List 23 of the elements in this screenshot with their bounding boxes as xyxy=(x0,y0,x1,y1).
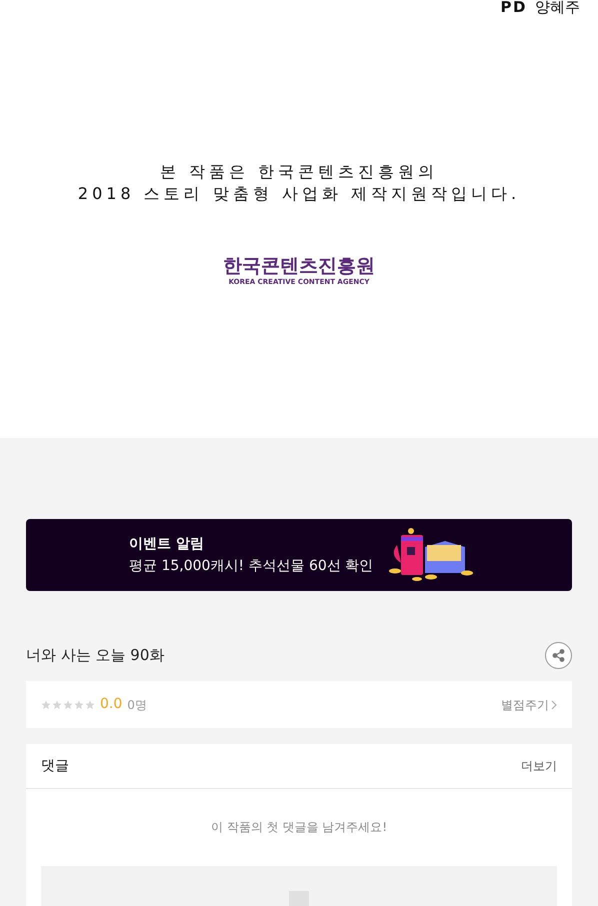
event-text: 평균 15,000캐시! 추석선물 60선 확인 xyxy=(129,557,374,576)
rating-count: 0명 xyxy=(127,696,147,714)
rate-link[interactable]: 별점주기 xyxy=(501,696,557,714)
star-icon xyxy=(74,700,84,710)
empty-comments-text: 이 작품의 첫 댓글을 남겨주세요! xyxy=(210,819,388,836)
comments-title: 댓글 xyxy=(41,756,69,776)
episode-title: 너와 사는 오늘 90화 xyxy=(26,644,164,666)
star-icon xyxy=(52,700,62,710)
event-banner[interactable]: 이벤트 알림 평균 15,000캐시! 추석선물 60선 확인 xyxy=(26,519,572,591)
notice-text: 2018 스토리 맞춤형 사업화 제작지원작입니다. xyxy=(78,183,520,205)
chevron-icon xyxy=(551,700,557,710)
star-icon xyxy=(85,700,95,710)
more-link[interactable]: 더보기 xyxy=(521,757,557,775)
credit-name: 양혜주 xyxy=(535,0,580,15)
credit-role: PD xyxy=(500,0,527,15)
notice-text: 본 작품은 한국콘텐츠진흥원의 xyxy=(160,161,438,183)
event-title: 이벤트 알림 xyxy=(129,535,205,554)
share-icon xyxy=(552,648,565,662)
rating-score: 0.0 xyxy=(100,695,122,714)
star-icon xyxy=(63,700,73,710)
star-icon xyxy=(41,700,51,710)
logo-title: 한국콘텐츠진흥원 xyxy=(223,255,375,277)
share-button[interactable] xyxy=(545,642,572,668)
